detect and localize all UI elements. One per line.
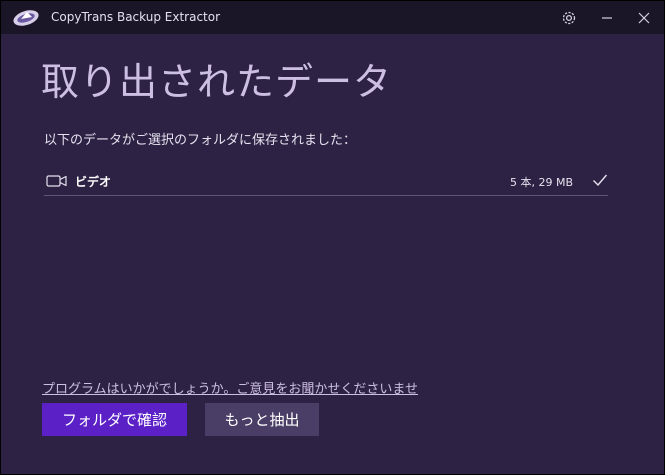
close-icon [638, 12, 650, 23]
item-stats: 5 本, 29 MB [509, 176, 573, 189]
extracted-item-row: ビデオ 5 本, 29 MB [44, 167, 608, 196]
minimize-button[interactable] [590, 1, 624, 34]
app-window: CopyTrans Backup Extractor 取り出されたデータ 以下の… [1, 1, 664, 474]
extract-more-button[interactable]: もっと抽出 [205, 403, 319, 436]
check-icon [593, 174, 608, 187]
settings-button[interactable] [552, 1, 586, 34]
item-label: ビデオ [75, 175, 112, 189]
app-logo-icon [13, 10, 39, 26]
open-folder-button[interactable]: フォルダで確認 [42, 403, 187, 436]
feedback-link[interactable]: プログラムはいかがでしょうか。ご意見をお聞かせくださいませ [42, 378, 418, 397]
gear-icon [562, 11, 576, 24]
app-title: CopyTrans Backup Extractor [51, 10, 221, 24]
saved-message: 以下のデータがご選択のフォルダに保存されました： [44, 133, 357, 148]
video-camera-icon [46, 175, 67, 187]
page-title: 取り出されたデータ [41, 60, 393, 104]
minimize-icon [602, 16, 612, 19]
title-bar[interactable]: CopyTrans Backup Extractor [1, 1, 664, 34]
close-button[interactable] [627, 1, 661, 34]
